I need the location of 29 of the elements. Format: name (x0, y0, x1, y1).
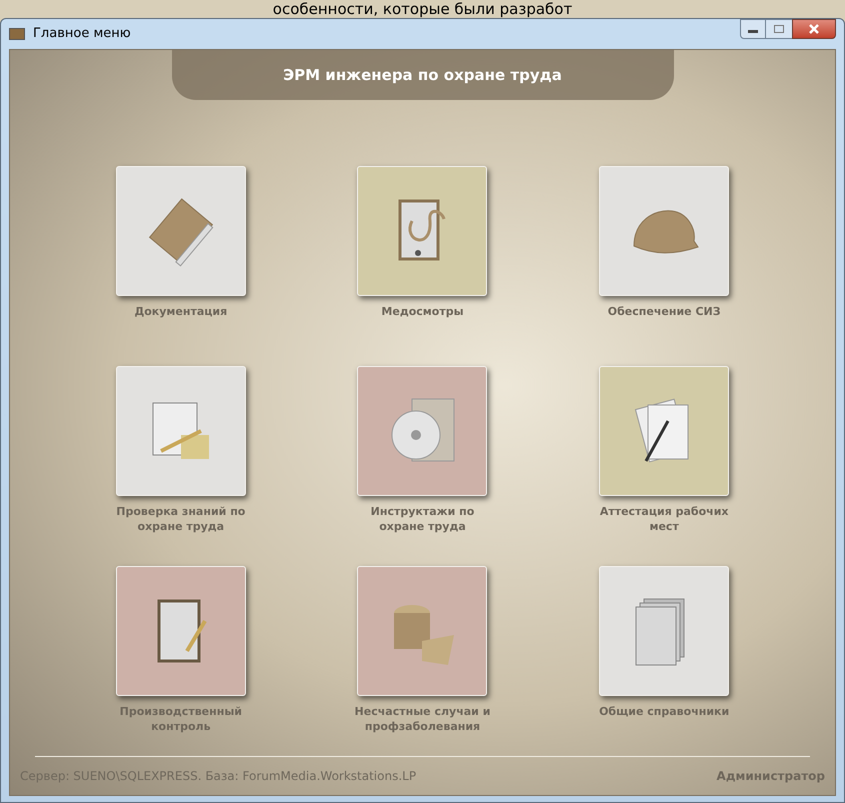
tile-label: Инструктажи по охране труда (370, 504, 476, 534)
menu-tile[interactable] (357, 566, 488, 696)
header-title: ЭРМ инженера по охране труда (283, 64, 562, 86)
tile-label: Обеспечение СИЗ (606, 304, 722, 319)
app-icon (9, 28, 25, 40)
menu-tile[interactable] (599, 166, 730, 296)
background-document-text: особенности, которые были разработ (272, 0, 572, 18)
maximize-button[interactable] (766, 19, 792, 39)
menu-tile[interactable] (116, 566, 246, 696)
window-title: Главное меню (33, 25, 131, 44)
tile-label: Проверка знаний по охране труда (115, 504, 246, 534)
tile-label: Общие справочники (598, 704, 730, 719)
menu-tile[interactable] (116, 366, 246, 496)
tile-label: Медосмотры (380, 304, 465, 319)
menu-tile[interactable] (116, 166, 246, 296)
close-icon (809, 24, 819, 34)
menu-tile[interactable] (599, 566, 730, 696)
tile-label: Производственный контроль (118, 704, 243, 734)
maximize-icon (774, 25, 784, 33)
user-role: Администратор (716, 768, 825, 785)
menu-tile[interactable] (599, 366, 730, 496)
menu-tile[interactable] (357, 366, 488, 496)
minimize-button[interactable] (740, 19, 766, 39)
tile-label: Несчастные случаи и профзаболевания (354, 704, 492, 734)
tile-label: Аттестация рабочих мест (598, 504, 730, 534)
menu-tile[interactable] (357, 166, 488, 296)
tile-label: Документация (133, 304, 228, 319)
close-button[interactable] (792, 19, 836, 39)
minimize-icon (748, 30, 758, 33)
